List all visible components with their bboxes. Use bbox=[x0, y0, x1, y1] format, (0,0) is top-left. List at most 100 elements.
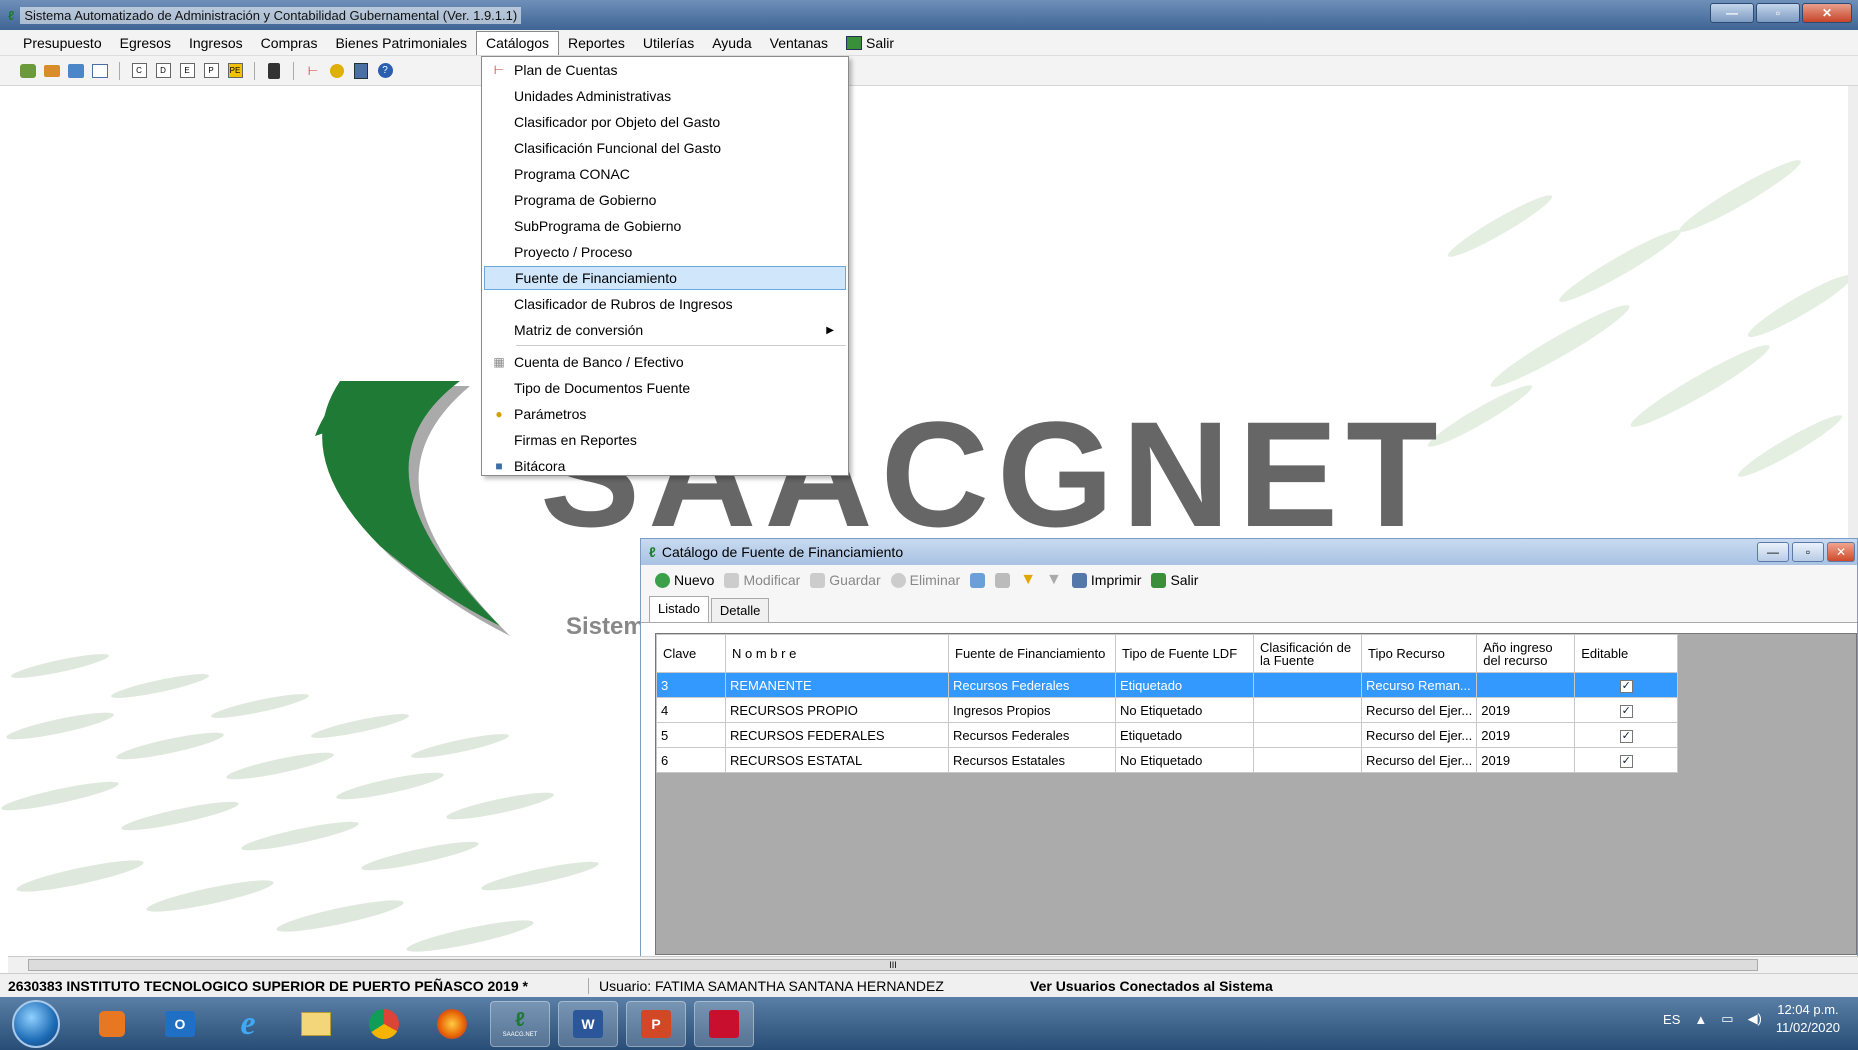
editable-checkbox[interactable]: ✓ bbox=[1619, 755, 1633, 768]
clock[interactable]: 12:04 p.m. 11/02/2020 bbox=[1776, 1001, 1840, 1037]
tree-icon[interactable]: ⊢ bbox=[303, 61, 323, 81]
menu-item-cuenta-banco[interactable]: ▦ Cuenta de Banco / Efectivo bbox=[484, 350, 846, 374]
d-icon[interactable]: D bbox=[153, 61, 173, 81]
clipboard-icon[interactable] bbox=[264, 61, 284, 81]
pe-icon[interactable]: PE bbox=[225, 61, 245, 81]
table-row[interactable]: 6 RECURSOS ESTATAL Recursos Estatales No… bbox=[656, 747, 1679, 773]
editable-checkbox[interactable]: ✓ bbox=[1619, 730, 1633, 743]
menu-ventanas[interactable]: Ventanas bbox=[761, 31, 837, 55]
cancel-button[interactable] bbox=[995, 572, 1011, 588]
modificar-button[interactable]: Modificar bbox=[724, 572, 800, 588]
acrobat-icon[interactable] bbox=[694, 1000, 754, 1047]
workspace-horizontal-scrollbar[interactable]: III bbox=[8, 956, 1858, 973]
internet-explorer-icon[interactable]: e bbox=[218, 1001, 278, 1047]
taskbar: O e ℓ SAACG.NET W P ES ▲ ▭ ◀) 12:04 p.m. … bbox=[0, 997, 1858, 1050]
save-icon[interactable] bbox=[351, 61, 371, 81]
calendar-icon[interactable] bbox=[90, 61, 110, 81]
p-icon[interactable]: P bbox=[201, 61, 221, 81]
table-row[interactable]: 4 RECURSOS PROPIO Ingresos Propios No Et… bbox=[656, 697, 1679, 723]
close-button[interactable]: ✕ bbox=[1802, 3, 1852, 23]
powerpoint-icon[interactable]: P bbox=[626, 1000, 686, 1047]
menu-catalogos[interactable]: Catálogos bbox=[475, 30, 560, 55]
scroll-thumb[interactable]: III bbox=[28, 959, 1758, 971]
cell-fuente: Ingresos Propios bbox=[948, 697, 1116, 723]
menu-item-firmas-reportes[interactable]: Firmas en Reportes bbox=[484, 428, 846, 452]
eliminar-label: Eliminar bbox=[909, 572, 961, 588]
start-button[interactable] bbox=[12, 999, 60, 1048]
tab-listado[interactable]: Listado bbox=[649, 596, 709, 622]
menu-item-matriz-conversion[interactable]: Matriz de conversión ▶ bbox=[484, 318, 846, 342]
column-header-tipo-fuente-ldf[interactable]: Tipo de Fuente LDF bbox=[1115, 634, 1254, 673]
c-icon[interactable]: C bbox=[129, 61, 149, 81]
menu-utilerias[interactable]: Utilerías bbox=[634, 31, 703, 55]
menu-presupuesto[interactable]: Presupuesto bbox=[14, 31, 111, 55]
eliminar-button[interactable]: Eliminar bbox=[890, 572, 961, 588]
saacgnet-taskbar-button[interactable]: ℓ SAACG.NET bbox=[490, 1000, 550, 1047]
menu-reportes[interactable]: Reportes bbox=[559, 31, 634, 55]
media-player-icon[interactable] bbox=[82, 1001, 142, 1047]
column-header-editable[interactable]: Editable bbox=[1574, 634, 1679, 673]
menu-compras[interactable]: Compras bbox=[252, 31, 327, 55]
menu-item-tipo-documentos[interactable]: Tipo de Documentos Fuente bbox=[484, 376, 846, 400]
catalog-close-button[interactable]: ✕ bbox=[1827, 542, 1855, 562]
column-header-clave[interactable]: Clave bbox=[656, 634, 726, 673]
editable-checkbox[interactable]: ✓ bbox=[1619, 705, 1633, 718]
column-header-anio-ingreso[interactable]: Año ingreso del recurso bbox=[1476, 634, 1576, 673]
chrome-icon[interactable] bbox=[354, 1001, 414, 1047]
menu-item-unidades-administrativas[interactable]: Unidades Administrativas bbox=[484, 84, 846, 108]
show-hidden-icons-icon[interactable]: ▲ bbox=[1694, 1012, 1707, 1027]
menu-item-plan-de-cuentas[interactable]: ⊢ Plan de Cuentas bbox=[484, 58, 846, 82]
menu-ingresos[interactable]: Ingresos bbox=[180, 31, 252, 55]
e-icon[interactable]: E bbox=[177, 61, 197, 81]
column-header-fuente[interactable]: Fuente de Financiamiento bbox=[948, 634, 1116, 673]
minimize-button[interactable]: — bbox=[1710, 3, 1754, 23]
menu-egresos[interactable]: Egresos bbox=[111, 31, 180, 55]
outlook-icon[interactable]: O bbox=[150, 1001, 210, 1047]
help-icon[interactable]: ? bbox=[375, 61, 395, 81]
cell-fuente: Recursos Federales bbox=[948, 672, 1116, 698]
menu-bienes-patrimoniales[interactable]: Bienes Patrimoniales bbox=[326, 31, 476, 55]
guardar-button[interactable]: Guardar bbox=[810, 572, 881, 588]
network-icon[interactable]: ▭ bbox=[1721, 1011, 1733, 1027]
file-explorer-icon[interactable] bbox=[286, 1001, 346, 1047]
menu-item-clasificacion-funcional[interactable]: Clasificación Funcional del Gasto bbox=[484, 136, 846, 160]
menu-item-subprograma-gobierno[interactable]: SubPrograma de Gobierno bbox=[484, 214, 846, 238]
firefox-icon[interactable] bbox=[422, 1001, 482, 1047]
imprimir-button[interactable]: Imprimir bbox=[1071, 572, 1141, 588]
connected-users-link[interactable]: Ver Usuarios Conectados al Sistema bbox=[1030, 978, 1273, 994]
menu-item-bitacora[interactable]: ■ Bitácora bbox=[484, 454, 846, 478]
menu-ayuda[interactable]: Ayuda bbox=[703, 31, 760, 55]
column-header-clasificacion[interactable]: Clasificación de la Fuente bbox=[1253, 634, 1362, 673]
check-icon[interactable] bbox=[66, 61, 86, 81]
filter-button[interactable]: ▼ bbox=[1020, 571, 1036, 589]
volume-icon[interactable]: ◀) bbox=[1748, 1011, 1762, 1027]
language-indicator[interactable]: ES bbox=[1663, 1012, 1680, 1027]
maximize-button[interactable]: ▫ bbox=[1756, 3, 1800, 23]
menu-item-programa-gobierno[interactable]: Programa de Gobierno bbox=[484, 188, 846, 212]
word-icon[interactable]: W bbox=[558, 1000, 618, 1047]
column-header-nombre[interactable]: N o m b r e bbox=[725, 634, 949, 673]
export-button[interactable] bbox=[970, 572, 986, 588]
delete-icon bbox=[890, 572, 906, 588]
menu-item-clasificador-rubros[interactable]: Clasificador de Rubros de Ingresos bbox=[484, 292, 846, 316]
catalog-maximize-button[interactable]: ▫ bbox=[1792, 542, 1824, 562]
menu-item-proyecto-proceso[interactable]: Proyecto / Proceso bbox=[484, 240, 846, 264]
menu-item-clasificador-objeto-gasto[interactable]: Clasificador por Objeto del Gasto bbox=[484, 110, 846, 134]
column-header-tipo-recurso[interactable]: Tipo Recurso bbox=[1360, 634, 1478, 673]
table-row[interactable]: 3 REMANENTE Recursos Federales Etiquetad… bbox=[656, 672, 1679, 698]
table-row[interactable]: 5 RECURSOS FEDERALES Recursos Federales … bbox=[656, 722, 1679, 748]
menu-salir[interactable]: Salir bbox=[837, 31, 903, 55]
settings-icon[interactable] bbox=[327, 61, 347, 81]
catalog-minimize-button[interactable]: — bbox=[1757, 542, 1789, 562]
menu-item-programa-conac[interactable]: Programa CONAC bbox=[484, 162, 846, 186]
salir-button[interactable]: Salir bbox=[1151, 572, 1198, 588]
users-icon[interactable] bbox=[18, 61, 38, 81]
salir-label: Salir bbox=[1170, 572, 1199, 588]
transfer-icon[interactable] bbox=[42, 61, 62, 81]
nuevo-button[interactable]: Nuevo bbox=[655, 572, 714, 588]
tab-detalle[interactable]: Detalle bbox=[710, 598, 770, 622]
menu-item-fuente-financiamiento[interactable]: Fuente de Financiamiento bbox=[484, 266, 846, 290]
menu-item-parametros[interactable]: ● Parámetros bbox=[484, 402, 846, 426]
editable-checkbox[interactable]: ✓ bbox=[1619, 680, 1633, 693]
clear-filter-button[interactable]: ▼ bbox=[1046, 571, 1062, 589]
